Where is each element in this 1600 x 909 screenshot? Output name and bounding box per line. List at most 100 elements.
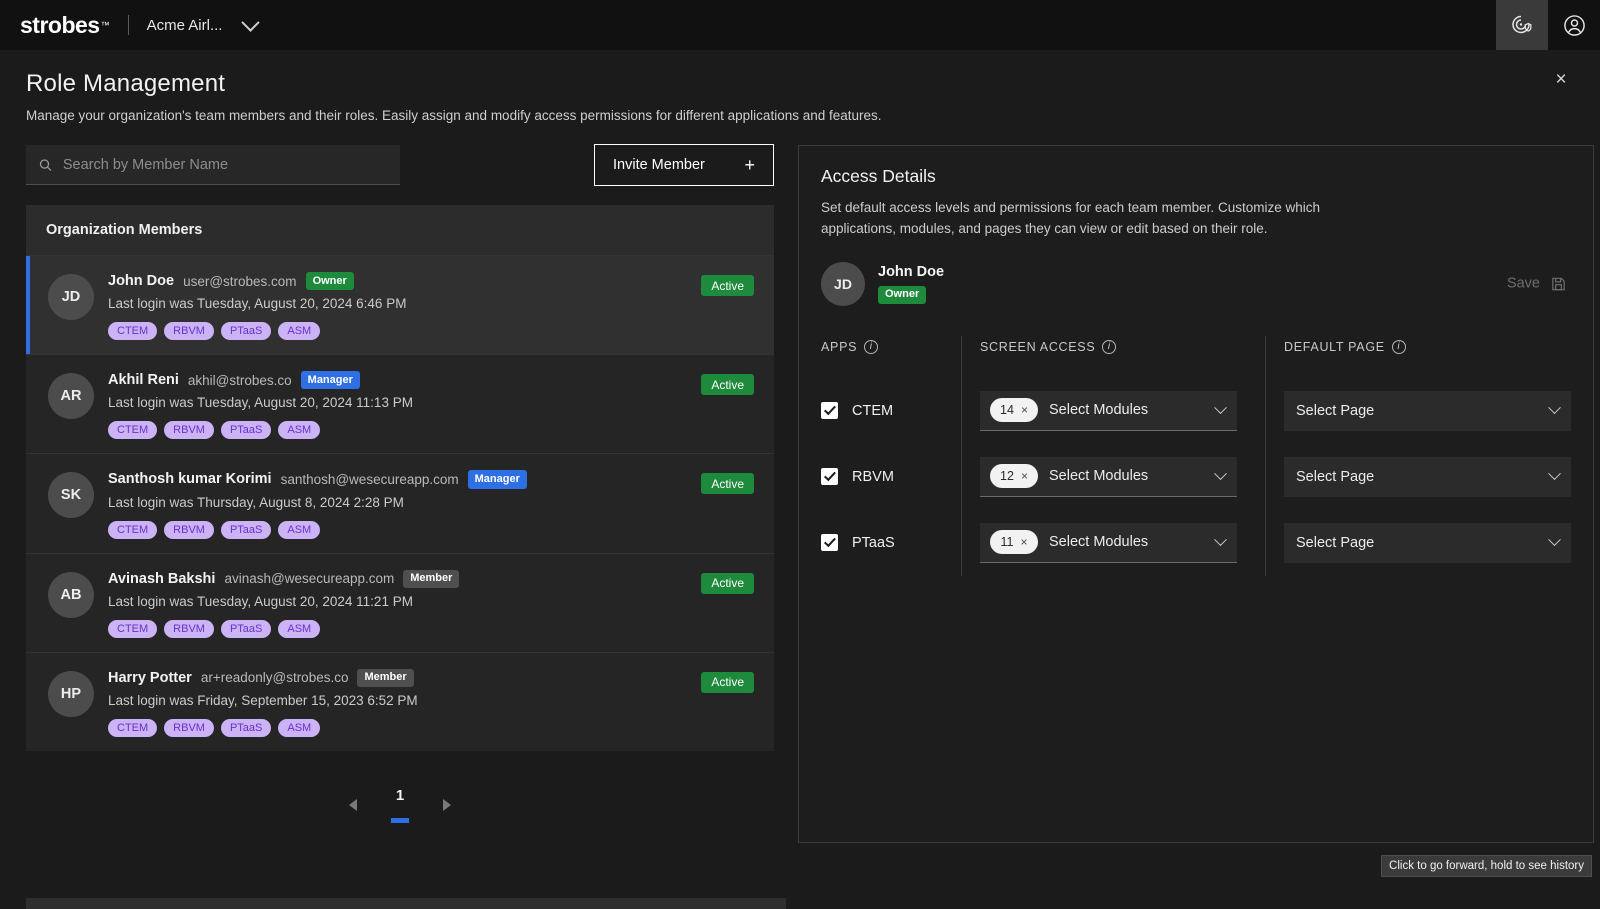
select-page-dropdown[interactable]: Select Page [1284, 456, 1571, 497]
checkbox-icon[interactable] [821, 468, 838, 486]
module-count-chip[interactable]: 12 × [990, 464, 1038, 489]
app-row: PTaaS [821, 510, 961, 576]
chevron-down-icon[interactable] [1214, 401, 1227, 414]
save-button[interactable]: Save [1507, 275, 1567, 292]
avatar: JD [821, 261, 865, 306]
page-number-label: 1 [395, 786, 405, 804]
brand-divider [127, 15, 129, 35]
table-row[interactable]: JD John Doe user@strobes.com Owner Last logi… [26, 255, 774, 355]
app-label: RBVM [852, 468, 894, 485]
avatar: JD [48, 274, 94, 320]
search-box[interactable] [26, 145, 400, 185]
table-row[interactable]: AR Akhil Reni akhil@strobes.co Manager Last … [26, 354, 774, 454]
module-count-chip[interactable]: 14 × [990, 398, 1038, 423]
chevron-down-icon[interactable] [241, 12, 261, 32]
member-details: Akhil Reni akhil@strobes.co Manager Last lo… [108, 371, 687, 440]
page-number-1[interactable]: 1 [391, 787, 409, 823]
next-page-arrow-icon[interactable] [443, 798, 451, 811]
role-badge: Member [357, 668, 414, 687]
search-row: Invite Member + [26, 144, 774, 186]
account-icon-button[interactable] [1548, 0, 1600, 50]
select-modules-dropdown[interactable]: 11 × Select Modules [980, 522, 1237, 563]
screen-access-column: SCREEN ACCESS i 14 × Select Modules 12 × Sele… [961, 335, 1266, 576]
select-page-label: Select Page [1296, 534, 1375, 551]
role-badge: Owner [305, 272, 354, 291]
info-icon[interactable]: i [864, 339, 879, 354]
invite-member-button[interactable]: Invite Member + [594, 144, 774, 186]
select-modules-dropdown[interactable]: 14 × Select Modules [980, 390, 1237, 431]
member-details: Harry Potter ar+readonly@strobes.co Member… [108, 668, 687, 737]
table-row[interactable]: SK Santhosh kumar Korimi santhosh@wesecure… [26, 453, 774, 553]
app-tag: ASM [278, 322, 321, 341]
member-email: ar+readonly@strobes.co [200, 670, 349, 686]
chevron-down-icon[interactable] [1548, 401, 1561, 415]
page-subtitle: Manage your organization's team members … [26, 108, 882, 123]
member-details: Avinash Bakshi avinash@wesecureapp.com Mem… [108, 569, 687, 638]
apps-column-body: CTEM RBVM PTaaS [821, 358, 961, 576]
member-email: akhil@strobes.co [187, 372, 292, 388]
checkbox-icon[interactable] [821, 402, 838, 420]
select-modules-dropdown[interactable]: 12 × Select Modules [980, 456, 1237, 497]
default-page-row: Select Page [1284, 378, 1571, 444]
apps-column-label: APPS [821, 339, 858, 354]
app-tag: ASM [278, 520, 321, 539]
plus-icon: + [744, 155, 755, 175]
close-icon[interactable]: × [1020, 535, 1027, 549]
app-tag: CTEM [108, 322, 158, 341]
member-email: user@strobes.com [183, 273, 297, 289]
info-icon[interactable]: i [1391, 339, 1406, 354]
app-tag: PTaaS [220, 421, 272, 440]
select-page-dropdown[interactable]: Select Page [1284, 390, 1571, 431]
member-name: Santhosh kumar Korimi [108, 471, 272, 488]
prev-page-arrow-icon[interactable] [349, 798, 357, 811]
close-icon[interactable]: × [1021, 403, 1028, 417]
member-name: Akhil Reni [108, 372, 179, 389]
brand-area[interactable]: strobes ™ Acme Airl... [0, 12, 261, 39]
checkbox-icon[interactable] [821, 534, 838, 552]
close-icon[interactable]: × [1550, 68, 1572, 90]
pagination: 1 [26, 783, 774, 827]
member-name: Avinash Bakshi [108, 570, 216, 587]
member-app-tags: CTEM RBVM PTaaS ASM [108, 520, 687, 539]
app-tag: ASM [278, 421, 321, 440]
access-user-info: John Doe Owner [878, 264, 944, 304]
chevron-down-icon[interactable] [1214, 533, 1227, 546]
select-page-dropdown[interactable]: Select Page [1284, 522, 1571, 563]
member-name: Harry Potter [108, 669, 192, 686]
access-details-panel: Access Details Set default access levels… [798, 145, 1594, 877]
apps-column-header: APPS i [821, 336, 961, 358]
app-tag: PTaaS [220, 520, 272, 539]
close-icon[interactable]: × [1021, 469, 1028, 483]
info-icon[interactable]: i [1102, 339, 1117, 354]
module-count-chip[interactable]: 11 × [990, 530, 1038, 555]
access-details-column: Access Details Set default access levels… [798, 145, 1594, 877]
select-modules-label: Select Modules [1049, 534, 1149, 551]
app-checkbox-ctem[interactable]: CTEM [821, 402, 893, 420]
select-page-label: Select Page [1296, 468, 1375, 485]
member-app-tags: CTEM RBVM PTaaS ASM [108, 421, 687, 440]
member-identity: Avinash Bakshi avinash@wesecureapp.com Mem… [108, 569, 687, 588]
default-page-column: DEFAULT PAGE i Select Page Select Page Sel… [1266, 336, 1571, 576]
member-identity: Santhosh kumar Korimi santhosh@wesecureap… [108, 470, 687, 489]
screen-access-column-header: SCREEN ACCESS i [980, 336, 1265, 358]
search-input[interactable] [62, 156, 388, 173]
default-page-row: Select Page [1284, 444, 1571, 510]
table-row[interactable]: HP Harry Potter ar+readonly@strobes.co Memb… [26, 651, 774, 751]
topbar-actions [1496, 0, 1600, 50]
chevron-down-icon[interactable] [1548, 467, 1561, 481]
table-row[interactable]: AB Avinash Bakshi avinash@wesecureapp.com M… [26, 552, 774, 652]
radar-shield-icon-button[interactable] [1496, 0, 1548, 50]
app-checkbox-rbvm[interactable]: RBVM [821, 468, 894, 486]
apps-column: APPS i CTEM RBVM PTaaS [821, 336, 961, 576]
chevron-down-icon[interactable] [1214, 467, 1227, 480]
chevron-down-icon[interactable] [1548, 533, 1561, 547]
member-last-login: Last login was Tuesday, August 20, 2024 … [108, 395, 413, 411]
status-badge: Active [701, 374, 754, 396]
screen-access-column-body: 14 × Select Modules 12 × Select Modules 11 × Sel… [980, 358, 1265, 576]
app-checkbox-ptaas[interactable]: PTaaS [821, 534, 895, 552]
organization-members-panel: Organization Members JD John Doe user@stro… [26, 205, 774, 751]
radar-shield-icon [1512, 15, 1532, 34]
page-header: Role Management Manage your organization… [0, 50, 1600, 124]
search-icon [39, 158, 52, 171]
horizontal-scrollbar[interactable] [26, 898, 786, 909]
